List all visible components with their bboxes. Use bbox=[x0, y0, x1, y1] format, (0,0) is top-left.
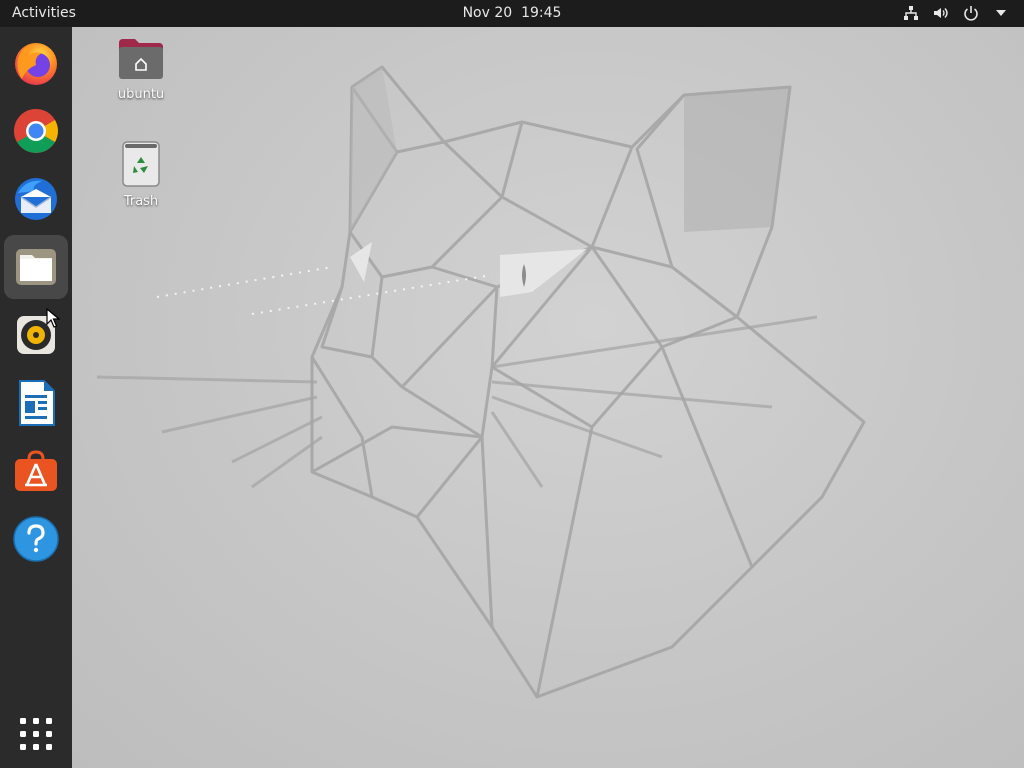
power-icon[interactable] bbox=[962, 4, 980, 22]
wallpaper-cat bbox=[96, 65, 866, 699]
chrome-icon bbox=[14, 109, 58, 153]
volume-icon[interactable] bbox=[932, 4, 950, 22]
dock-item-firefox[interactable] bbox=[4, 31, 68, 95]
help-icon bbox=[13, 516, 59, 562]
clock-time: 19:45 bbox=[521, 5, 562, 21]
firefox-icon bbox=[15, 43, 57, 85]
desktop-icon-label: Trash bbox=[123, 194, 159, 209]
trash-icon bbox=[122, 141, 160, 187]
apps-grid-icon bbox=[20, 718, 52, 750]
files-icon bbox=[16, 249, 56, 285]
clock: Nov 20 19:45 bbox=[0, 5, 1024, 21]
home-folder-icon bbox=[119, 39, 163, 79]
dock bbox=[0, 27, 72, 768]
show-applications-button[interactable] bbox=[4, 704, 68, 764]
network-icon[interactable] bbox=[902, 4, 920, 22]
thunderbird-icon bbox=[15, 178, 57, 220]
desktop-icon-trash[interactable]: Trash bbox=[96, 140, 186, 209]
desktop-icon-home[interactable]: ubuntu bbox=[96, 37, 186, 102]
chevron-down-icon[interactable] bbox=[992, 4, 1010, 22]
software-icon bbox=[15, 450, 57, 491]
dock-item-chrome[interactable] bbox=[4, 99, 68, 163]
activities-button[interactable]: Activities bbox=[12, 5, 76, 21]
dock-item-thunderbird[interactable] bbox=[4, 167, 68, 231]
desktop-icon-label: ubuntu bbox=[117, 87, 165, 102]
dock-item-software[interactable] bbox=[4, 439, 68, 503]
desktop[interactable]: ubuntu Trash bbox=[72, 27, 1024, 768]
dock-item-writer[interactable] bbox=[4, 371, 68, 435]
dock-item-files[interactable] bbox=[4, 235, 68, 299]
clock-button[interactable]: Nov 20 19:45 bbox=[463, 5, 562, 21]
top-bar: Activities Nov 20 19:45 bbox=[0, 0, 1024, 27]
clock-date: Nov 20 bbox=[462, 5, 513, 21]
dock-item-help[interactable] bbox=[4, 507, 68, 571]
system-tray[interactable] bbox=[902, 4, 1010, 22]
writer-icon bbox=[19, 380, 55, 426]
mouse-pointer-icon bbox=[46, 308, 60, 328]
